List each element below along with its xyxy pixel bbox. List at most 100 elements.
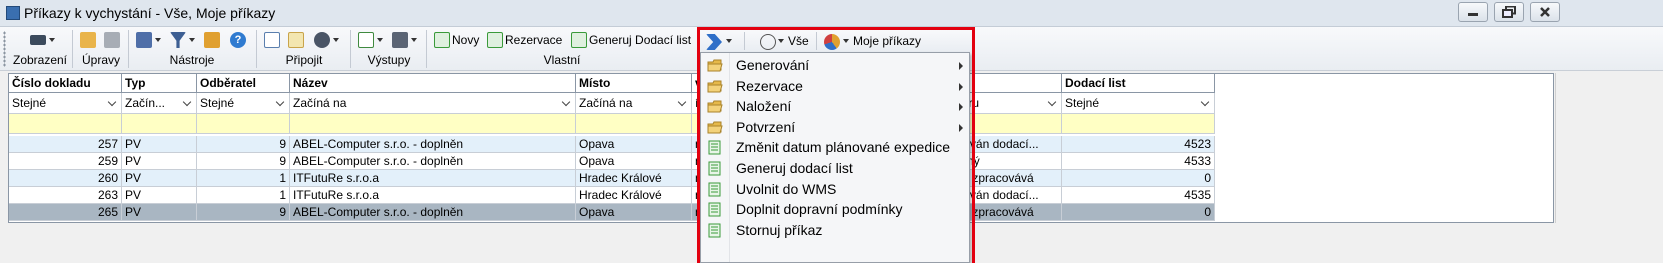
separator bbox=[72, 30, 73, 68]
group-label-upravy: Úpravy bbox=[81, 53, 120, 67]
column-filter-select[interactable]: Stejné bbox=[1062, 93, 1215, 114]
window-title: Příkazy k vychystání - Vše, Moje příkazy bbox=[24, 5, 276, 21]
separator bbox=[128, 30, 129, 68]
table-cell: PV bbox=[122, 204, 197, 221]
filter-value: Stejné bbox=[1065, 96, 1100, 110]
column-header[interactable]: Typ bbox=[122, 74, 197, 93]
new-row-cell[interactable] bbox=[576, 114, 692, 134]
new-row-cell[interactable] bbox=[122, 114, 197, 134]
table-cell: ITFutuRe s.r.o.a bbox=[290, 187, 576, 204]
title-bar: Příkazy k vychystání - Vše, Moje příkazy bbox=[0, 0, 1663, 27]
column-filter-select[interactable]: Začíná na bbox=[290, 93, 576, 114]
table-row[interactable]: 257 PV 9 ABEL-Computer s.r.o. - doplněn Opav… bbox=[9, 136, 1215, 153]
chevron-down-icon[interactable] bbox=[189, 38, 195, 42]
table-row[interactable]: 265 PV 9 ABEL-Computer s.r.o. - doplněn Opav… bbox=[9, 204, 1215, 221]
table-cell: ABEL-Computer s.r.o. - doplněn bbox=[290, 153, 576, 170]
chevron-down-icon[interactable] bbox=[411, 38, 417, 42]
view-icon[interactable] bbox=[30, 35, 46, 45]
table-cell: PV bbox=[122, 153, 197, 170]
column-filter-select[interactable]: Začíná na bbox=[576, 93, 692, 114]
separator bbox=[350, 30, 351, 68]
column-header[interactable]: Název bbox=[290, 74, 576, 93]
table-cell: 1 bbox=[197, 187, 290, 204]
table-cell: PV bbox=[122, 187, 197, 204]
table-cell: PV bbox=[122, 136, 197, 153]
table-cell: PV bbox=[122, 170, 197, 187]
trash-icon[interactable] bbox=[104, 32, 120, 48]
filter-value: Začíná na bbox=[579, 96, 633, 110]
generuj-dodaci-list-button[interactable]: Generuj Dodací list bbox=[589, 32, 691, 48]
chevron-down-icon[interactable] bbox=[1047, 97, 1057, 107]
group-label-nastroje: Nástroje bbox=[169, 53, 215, 67]
minimize-icon bbox=[1468, 13, 1478, 16]
column-filter-select[interactable]: Začín... bbox=[122, 93, 197, 114]
table-cell: 257 bbox=[9, 136, 122, 153]
filter-value: Začíná na bbox=[293, 96, 347, 110]
columns-icon[interactable] bbox=[136, 32, 152, 48]
table-row[interactable]: 260PV1ITFutuRe s.r.o.aHradec Královénn5,… bbox=[9, 170, 1215, 187]
column-header[interactable]: Místo bbox=[576, 74, 692, 93]
chevron-down-icon[interactable] bbox=[155, 38, 161, 42]
minimize-button[interactable] bbox=[1458, 2, 1488, 22]
help-icon[interactable]: ? bbox=[230, 32, 246, 48]
chevron-down-icon[interactable] bbox=[333, 38, 339, 42]
chevron-down-icon[interactable] bbox=[107, 97, 117, 107]
app-icon bbox=[6, 6, 20, 20]
column-filter-select[interactable]: Stejné bbox=[9, 93, 122, 114]
sort-icon[interactable] bbox=[204, 32, 220, 48]
table-cell: Opava bbox=[576, 153, 692, 170]
toolbar-grip bbox=[3, 31, 6, 67]
chevron-down-icon[interactable] bbox=[49, 38, 55, 42]
close-button[interactable] bbox=[1530, 2, 1560, 22]
document-icon[interactable] bbox=[487, 32, 503, 48]
vertical-scrollbar[interactable] bbox=[1555, 73, 1569, 223]
table-cell: 259 bbox=[9, 153, 122, 170]
note-icon[interactable] bbox=[264, 32, 280, 48]
grid-new-row[interactable] bbox=[9, 114, 1215, 134]
table-cell: Hradec Králové bbox=[576, 187, 692, 204]
novy-button[interactable]: Novy bbox=[452, 32, 479, 48]
table-cell: ABEL-Computer s.r.o. - doplněn bbox=[290, 136, 576, 153]
chevron-down-icon[interactable] bbox=[1200, 97, 1210, 107]
chevron-down-icon[interactable] bbox=[275, 97, 285, 107]
table-cell: 265 bbox=[9, 204, 122, 221]
table-cell: Opava bbox=[576, 204, 692, 221]
edit-icon[interactable] bbox=[80, 32, 96, 48]
filter-icon[interactable] bbox=[170, 32, 186, 48]
restore-icon bbox=[1502, 6, 1516, 18]
document-icon[interactable] bbox=[434, 32, 450, 48]
chevron-down-icon[interactable] bbox=[677, 97, 687, 107]
export-icon[interactable] bbox=[358, 32, 374, 48]
new-row-cell[interactable] bbox=[1062, 114, 1215, 134]
new-row-cell[interactable] bbox=[9, 114, 122, 134]
table-cell: 260 bbox=[9, 170, 122, 187]
camera-icon[interactable] bbox=[314, 32, 330, 48]
group-label-zobrazeni: Zobrazení bbox=[12, 53, 68, 67]
table-cell: 9 bbox=[197, 204, 290, 221]
list-icon[interactable] bbox=[288, 32, 304, 48]
chevron-down-icon[interactable] bbox=[182, 97, 192, 107]
table-row[interactable]: 259 PV 9 ABEL-Computer s.r.o. - doplněn Opav… bbox=[9, 153, 1215, 170]
table-cell: ABEL-Computer s.r.o. - doplněn bbox=[290, 204, 576, 221]
grid-header-row[interactable]: Číslo dokladuTypOdběratelNázevMístovořil… bbox=[9, 74, 1215, 93]
separator bbox=[426, 30, 427, 68]
printer-icon[interactable] bbox=[392, 32, 408, 48]
grid-filter-row[interactable]: StejnéZačín...StejnéZačíná naZačíná naín… bbox=[9, 93, 1215, 114]
chevron-down-icon[interactable] bbox=[561, 97, 571, 107]
table-row[interactable]: 263PV1ITFutuRe s.r.o.aHradec Královénn11… bbox=[9, 187, 1215, 204]
table-cell: Opava bbox=[576, 136, 692, 153]
column-header[interactable]: Dodací list bbox=[1062, 74, 1215, 93]
separator bbox=[256, 30, 257, 68]
rezervace-button[interactable]: Rezervace bbox=[505, 32, 562, 48]
restore-button[interactable] bbox=[1494, 2, 1524, 22]
document-icon[interactable] bbox=[571, 32, 587, 48]
column-filter-select[interactable]: Stejné bbox=[197, 93, 290, 114]
new-row-cell[interactable] bbox=[197, 114, 290, 134]
column-header[interactable]: Číslo dokladu bbox=[9, 74, 122, 93]
new-row-cell[interactable] bbox=[290, 114, 576, 134]
table-cell: 1 bbox=[197, 170, 290, 187]
chevron-down-icon[interactable] bbox=[377, 38, 383, 42]
filter-value: Stejné bbox=[200, 96, 235, 110]
close-icon bbox=[1540, 7, 1550, 17]
column-header[interactable]: Odběratel bbox=[197, 74, 290, 93]
